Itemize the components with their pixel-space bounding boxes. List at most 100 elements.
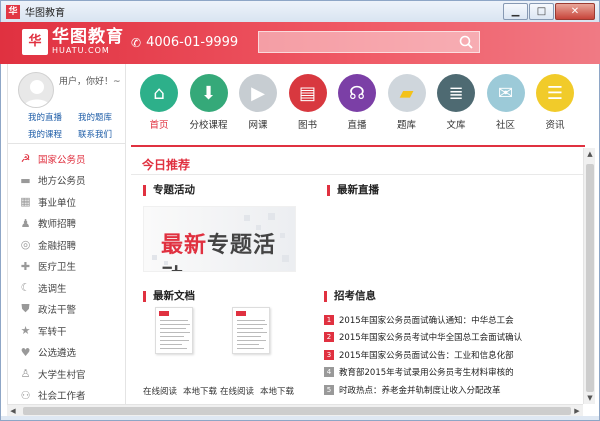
list-item[interactable]: 3 2015年国家公务员面试公告：工业和信息化部 xyxy=(324,346,584,364)
document-thumbnail[interactable] xyxy=(155,307,193,354)
sidebar-item-selected-graduates[interactable]: ☾ 选调生 xyxy=(8,277,126,299)
tab-online-courses[interactable]: ▶ 网课 xyxy=(236,74,280,136)
scroll-down-button[interactable]: ▼ xyxy=(584,392,596,404)
moon-icon: ☾ xyxy=(20,281,31,295)
news-title: 2015年国家公务员面试公告：工业和信息化部 xyxy=(339,350,514,361)
app-logo-icon: 华 xyxy=(6,4,20,19)
party-emblem-icon: ☭ xyxy=(20,152,31,166)
read-online-link[interactable]: 在线阅读 xyxy=(143,385,177,397)
sidebar-item-teacher-recruitment[interactable]: ♟ 教师招聘 xyxy=(8,213,126,235)
sidebar-item-public-institution[interactable]: ▦ 事业单位 xyxy=(8,191,126,213)
avatar[interactable] xyxy=(18,72,54,108)
vertical-scrollbar[interactable]: ▲ ▼ xyxy=(583,148,595,404)
hat-icon: ▬ xyxy=(20,173,31,187)
sidebar-item-social-worker[interactable]: ⚇ 社会工作者 xyxy=(8,385,126,407)
my-question-bank-link[interactable]: 我的题库 xyxy=(78,111,128,123)
window-titlebar: 华 华图教育 ▁ □ ✕ xyxy=(0,0,600,22)
minimize-button[interactable]: ▁ xyxy=(503,3,528,20)
document-thumbnail[interactable] xyxy=(232,307,270,354)
tab-home[interactable]: ⌂ 首页 xyxy=(137,74,181,136)
logo-chinese-text: 华图教育 xyxy=(52,27,124,47)
special-activity-banner[interactable]: 最新专题活动 xyxy=(143,206,296,272)
teacher-icon: ♟ xyxy=(20,216,31,230)
person-icon: ♙ xyxy=(20,367,31,381)
latest-docs: 在线阅读 本地下载 在线阅读 本地下载 xyxy=(143,307,303,397)
sidebar-item-label: 国家公务员 xyxy=(38,154,86,166)
sidebar-item-national-civil-servant[interactable]: ☭ 国家公务员 xyxy=(8,148,126,170)
tab-question-bank[interactable]: ▰ 题库 xyxy=(385,74,429,136)
coin-icon: ◎ xyxy=(20,238,31,252)
sidebar-item-village-official[interactable]: ♙ 大学生村官 xyxy=(8,363,126,385)
shield-icon: ⛊ xyxy=(21,302,30,316)
my-courses-link[interactable]: 我的课程 xyxy=(28,128,72,140)
brand-logo[interactable]: 华 华图教育 HUATU.COM xyxy=(22,28,124,55)
news-title: 教育部2015年考试录用公务员考生材料审核的 xyxy=(339,368,514,379)
divider xyxy=(131,174,585,175)
sidebar-item-medical[interactable]: ✚ 医疗卫生 xyxy=(8,256,126,278)
list-item[interactable]: 1 2015年国家公务员面试确认通知：中华总工会 xyxy=(324,311,584,329)
tab-community[interactable]: ✉ 社区 xyxy=(484,74,528,136)
read-online-link[interactable]: 在线阅读 xyxy=(220,385,254,397)
maximize-button[interactable]: □ xyxy=(529,3,554,20)
news-icon: ☰ xyxy=(536,74,574,112)
hotline: ✆ 4006-01-9999 xyxy=(131,35,238,50)
sidebar-item-military-transfer[interactable]: ★ 军转干 xyxy=(8,320,126,342)
special-activities-heading: 专题活动 xyxy=(143,185,195,196)
tab-live[interactable]: ☊ 直播 xyxy=(335,74,379,136)
sidebar-item-public-selection[interactable]: ♥ 公选遴选 xyxy=(8,342,126,364)
search-input[interactable] xyxy=(259,32,449,52)
tab-news[interactable]: ☰ 资讯 xyxy=(533,74,577,136)
sidebar-item-label: 军转干 xyxy=(38,326,67,338)
horizontal-scrollbar[interactable]: ◀ ▶ xyxy=(7,404,583,416)
my-live-link[interactable]: 我的直播 xyxy=(28,111,72,123)
tab-label: 分校课程 xyxy=(189,120,228,131)
list-item[interactable]: 2 2015年国家公务员考试中华全国总工会面试确认 xyxy=(324,329,584,347)
sidebar-item-label: 选调生 xyxy=(38,283,67,295)
banner-text: 最新专题活动 xyxy=(161,233,277,271)
contact-us-link[interactable]: 联系我们 xyxy=(78,128,128,140)
play-icon: ▶ xyxy=(239,74,277,112)
sidebar-item-label: 大学生村官 xyxy=(38,369,86,381)
exam-news-list: 1 2015年国家公务员面试确认通知：中华总工会 2 2015年国家公务员考试中… xyxy=(324,311,584,399)
tab-branch-courses[interactable]: ⬇ 分校课程 xyxy=(187,74,231,136)
logo-english-text: HUATU.COM xyxy=(52,46,110,55)
latest-live-heading: 最新直播 xyxy=(327,185,379,196)
tab-library[interactable]: ≣ 文库 xyxy=(434,74,478,136)
sidebar-item-label: 教师招聘 xyxy=(38,219,77,231)
list-item[interactable]: 4 教育部2015年考试录用公务员考生材料审核的 xyxy=(324,364,584,382)
category-underline xyxy=(131,145,585,147)
hotline-number: 4006-01-9999 xyxy=(146,35,239,50)
sidebar-item-local-civil-servant[interactable]: ▬ 地方公务员 xyxy=(8,170,126,192)
doc-card: 在线阅读 本地下载 xyxy=(220,307,296,397)
sidebar-item-police[interactable]: ⛊ 政法干警 xyxy=(8,299,126,321)
rank-badge: 1 xyxy=(324,314,334,325)
close-button[interactable]: ✕ xyxy=(555,3,595,20)
database-icon: ≣ xyxy=(437,74,475,112)
list-item[interactable]: 5 时政热点：养老金并轨制度让收入分配改革 xyxy=(324,381,584,399)
tab-label: 首页 xyxy=(149,120,169,131)
horizontal-scroll-thumb[interactable] xyxy=(23,407,571,415)
local-download-link[interactable]: 本地下载 xyxy=(183,385,217,397)
search-box xyxy=(258,31,480,53)
rank-badge: 4 xyxy=(324,367,334,378)
star-icon: ★ xyxy=(20,324,31,338)
tab-label: 图书 xyxy=(297,120,317,131)
tab-books[interactable]: ▤ 图书 xyxy=(286,74,330,136)
app-header: 华 华图教育 HUATU.COM ✆ 4006-01-9999 xyxy=(0,22,600,64)
sidebar-item-label: 医疗卫生 xyxy=(38,262,77,274)
sidebar-item-label: 地方公务员 xyxy=(38,176,86,188)
local-download-link[interactable]: 本地下载 xyxy=(260,385,294,397)
rank-badge: 3 xyxy=(324,349,334,360)
user-panel: 用户，你好！~ 我的直播 我的题库 我的课程 联系我们 xyxy=(8,64,126,144)
search-icon[interactable] xyxy=(459,35,473,49)
vertical-scroll-thumb[interactable] xyxy=(586,164,594,392)
chat-icon: ✉ xyxy=(486,74,525,112)
scroll-up-button[interactable]: ▲ xyxy=(584,148,596,160)
category-bar: ⌂ 首页 ⬇ 分校课程 ▶ 网课 ▤ 图书 ☊ 直播 ▰ 题库 ≣ 文库 ✉ 社… xyxy=(137,74,577,136)
sidebar-item-finance-recruitment[interactable]: ◎ 金融招聘 xyxy=(8,234,126,256)
sidebar-item-label: 金融招聘 xyxy=(38,240,77,252)
sidebar-item-label: 公选遴选 xyxy=(38,348,77,360)
sidebar-item-label: 政法干警 xyxy=(38,305,77,317)
news-title: 时政热点：养老金并轨制度让收入分配改革 xyxy=(339,385,501,396)
tab-label: 文库 xyxy=(446,120,466,131)
